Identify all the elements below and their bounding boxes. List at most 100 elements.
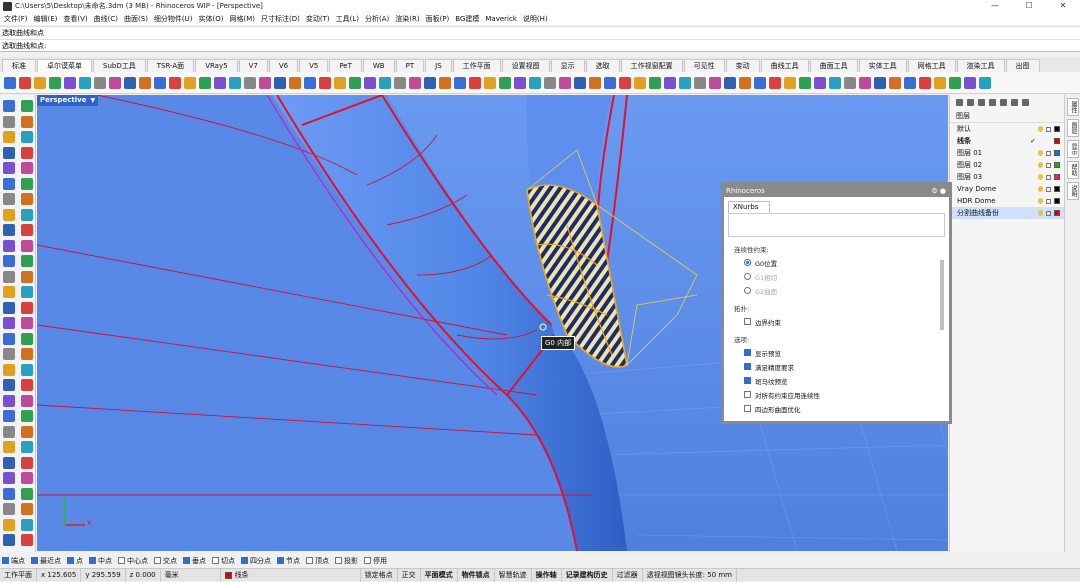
left-tool-icon[interactable] — [21, 503, 33, 515]
toolbar-tool-icon[interactable] — [649, 76, 661, 89]
osnap-checkbox[interactable] — [67, 557, 74, 564]
left-tool-icon[interactable] — [21, 534, 33, 546]
toolbar-tab[interactable]: V6 — [268, 59, 299, 72]
side-tab[interactable]: 图层 — [1067, 119, 1079, 137]
toolbar-tool-icon[interactable] — [574, 76, 586, 89]
left-tool-icon[interactable] — [21, 348, 33, 360]
menu-icon[interactable] — [1022, 98, 1029, 106]
left-tool-icon[interactable] — [3, 224, 15, 236]
left-tool-icon[interactable] — [21, 224, 33, 236]
left-tool-icon[interactable] — [3, 100, 15, 112]
toolbar-tool-icon[interactable] — [724, 76, 736, 89]
close-button[interactable]: ✕ — [1046, 0, 1080, 12]
move-up-icon[interactable] — [989, 98, 996, 106]
left-tool-icon[interactable] — [3, 146, 15, 159]
left-tool-icon[interactable] — [3, 255, 15, 267]
toolbar-tool-icon[interactable] — [694, 76, 706, 89]
toolbar-tab[interactable]: 渲染工具 — [956, 59, 1005, 72]
menu-item[interactable]: 说明(H) — [523, 14, 548, 24]
option-checkbox[interactable]: 斑马纹预览 — [744, 375, 949, 386]
toolbar-tab[interactable]: WB — [362, 59, 395, 72]
toolbar-tool-icon[interactable] — [739, 76, 751, 89]
toolbar-tab[interactable]: 工作视窗配置 — [620, 59, 683, 72]
lock-icon[interactable] — [1046, 150, 1051, 156]
side-tab[interactable]: 显示 — [1067, 140, 1079, 158]
status-toggle[interactable]: 物件锁点 — [458, 568, 495, 582]
option-checkbox[interactable]: 四边形曲面优化 — [744, 403, 949, 414]
toolbar-tool-icon[interactable] — [199, 76, 211, 89]
osnap-checkbox[interactable] — [154, 557, 161, 564]
toolbar-tool-icon[interactable] — [844, 76, 856, 89]
option-checkbox[interactable]: 满足精度要求 — [744, 361, 949, 372]
menu-item[interactable]: 编辑(E) — [34, 14, 58, 24]
osnap-toggle[interactable]: 中点 — [89, 556, 112, 566]
left-tool-icon[interactable] — [21, 410, 33, 422]
left-tool-icon[interactable] — [3, 239, 15, 252]
osnap-checkbox[interactable] — [183, 557, 190, 564]
toolbar-tool-icon[interactable] — [4, 76, 16, 89]
visibility-bulb-icon[interactable] — [1038, 126, 1043, 132]
osnap-toggle[interactable]: 四分点 — [241, 556, 271, 566]
toolbar-tool-icon[interactable] — [289, 76, 301, 89]
left-tool-icon[interactable] — [3, 472, 15, 484]
toolbar-tab[interactable]: 实体工具 — [858, 59, 907, 72]
left-tool-icon[interactable] — [3, 317, 15, 329]
layer-row[interactable]: 线条 ✓ — [950, 135, 1064, 147]
toolbar-tool-icon[interactable] — [244, 76, 256, 89]
side-tab[interactable]: 属性 — [1067, 98, 1079, 116]
radio-indicator[interactable] — [744, 287, 751, 294]
toolbar-tool-icon[interactable] — [154, 76, 166, 89]
left-tool-icon[interactable] — [21, 425, 33, 438]
left-tool-icon[interactable] — [21, 301, 33, 314]
left-tool-icon[interactable] — [21, 487, 33, 500]
status-toggle[interactable]: 过滤器 — [613, 568, 643, 582]
toolbar-tab[interactable]: TSR-A面 — [146, 59, 195, 72]
maximize-button[interactable]: ☐ — [1012, 0, 1046, 12]
toolbar-tool-icon[interactable] — [514, 76, 526, 89]
radio-indicator[interactable] — [744, 273, 751, 280]
checkbox-indicator[interactable] — [744, 391, 751, 398]
layer-color-swatch[interactable] — [1054, 210, 1060, 216]
osnap-toggle[interactable]: 停用 — [364, 556, 387, 566]
status-toggle[interactable]: 智慧轨迹 — [495, 568, 532, 582]
toolbar-tool-icon[interactable] — [934, 76, 946, 89]
toolbar-tool-icon[interactable] — [919, 76, 931, 89]
osnap-toggle[interactable]: 顶点 — [306, 556, 329, 566]
layer-color-swatch[interactable] — [1054, 138, 1060, 144]
toolbar-tab[interactable]: VRay5 — [195, 59, 238, 72]
toolbar-tab[interactable]: 网格工具 — [907, 59, 956, 72]
menu-item[interactable]: BG建模 — [455, 14, 479, 24]
left-tool-icon[interactable] — [21, 193, 33, 205]
left-tool-icon[interactable] — [3, 425, 15, 438]
toolbar-tool-icon[interactable] — [874, 76, 886, 89]
left-tool-icon[interactable] — [3, 332, 15, 345]
toolbar-tool-icon[interactable] — [124, 76, 136, 89]
toolbar-tool-icon[interactable] — [169, 76, 181, 89]
toolbar-tool-icon[interactable] — [604, 76, 616, 89]
left-tool-icon[interactable] — [21, 115, 33, 128]
layer-row[interactable]: HDR Dome — [950, 195, 1064, 207]
menu-item[interactable]: 查看(V) — [63, 14, 87, 24]
layer-color-swatch[interactable] — [1054, 150, 1060, 156]
layer-color-swatch[interactable] — [1054, 198, 1060, 204]
osnap-toggle[interactable]: 端点 — [2, 556, 25, 566]
left-tool-icon[interactable] — [21, 286, 33, 298]
delete-layer-icon[interactable] — [978, 98, 985, 106]
osnap-toggle[interactable]: 最近点 — [31, 556, 61, 566]
toolbar-tool-icon[interactable] — [529, 76, 541, 89]
left-tool-icon[interactable] — [21, 394, 33, 407]
osnap-checkbox[interactable] — [2, 557, 9, 564]
radio-indicator[interactable] — [744, 259, 751, 266]
toolbar-tab[interactable]: V5 — [299, 59, 329, 72]
toolbar-tool-icon[interactable] — [949, 76, 961, 89]
toolbar-tool-icon[interactable] — [979, 76, 991, 89]
toolbar-tab[interactable]: PeT — [329, 59, 362, 72]
panel-controls-icon[interactable]: ⚙ ● — [931, 185, 949, 197]
layer-row[interactable]: Vray Dome — [950, 183, 1064, 195]
left-tool-icon[interactable] — [21, 239, 33, 252]
toolbar-tool-icon[interactable] — [364, 76, 376, 89]
left-tool-icon[interactable] — [3, 115, 15, 128]
lock-icon[interactable] — [1046, 126, 1051, 132]
toolbar-tool-icon[interactable] — [544, 76, 556, 89]
layer-color-swatch[interactable] — [1054, 174, 1060, 180]
